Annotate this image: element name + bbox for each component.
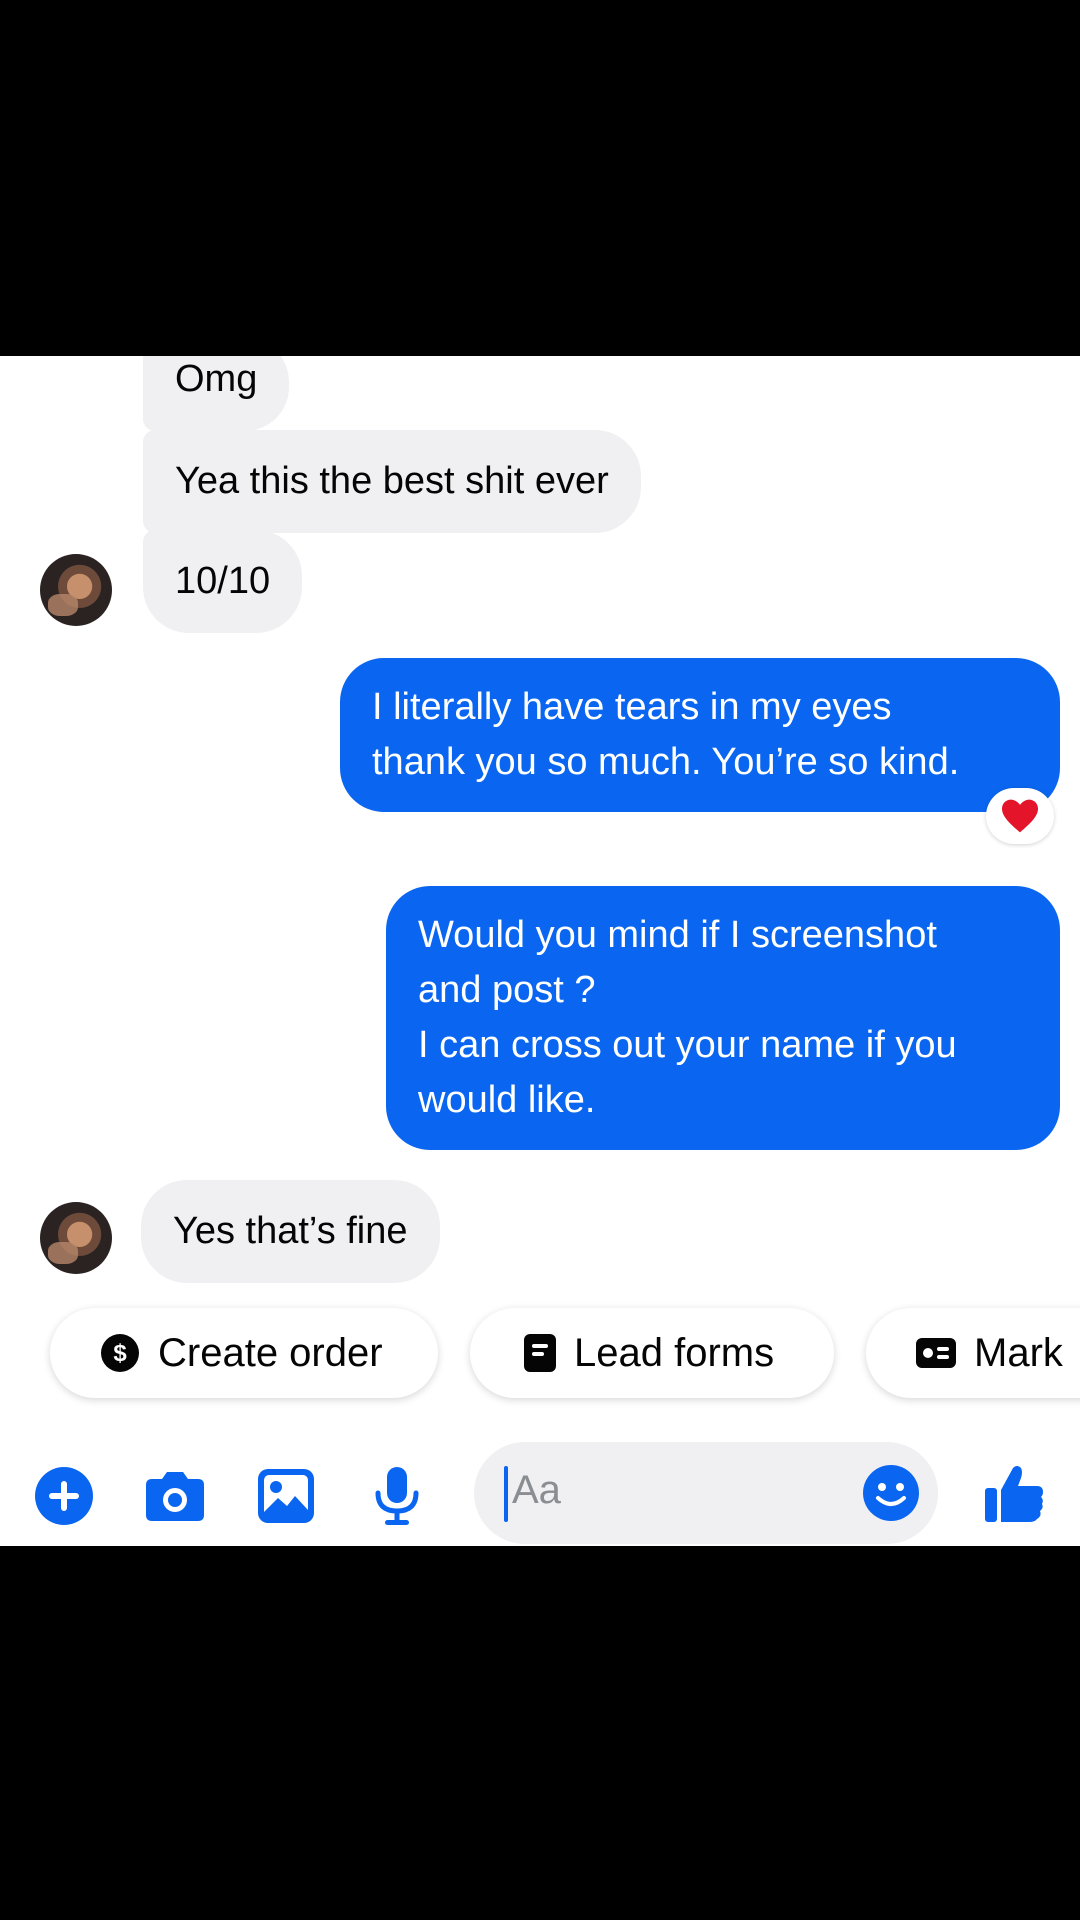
emoji-icon[interactable] <box>862 1464 920 1527</box>
message-text: Yes that’s fine <box>173 1210 408 1252</box>
camera-icon[interactable] <box>143 1464 207 1528</box>
incoming-message[interactable]: Omg <box>143 356 290 431</box>
plus-icon[interactable] <box>32 1464 96 1528</box>
message-text-line: Would you mind if I screenshot <box>418 914 937 956</box>
image-icon[interactable] <box>254 1464 318 1528</box>
heart-icon <box>1002 799 1038 833</box>
incoming-message[interactable]: 10/10 <box>143 530 303 633</box>
svg-text:$: $ <box>113 1340 127 1367</box>
message-text-line: I literally have tears in my eyes <box>372 686 892 728</box>
message-text-line: would like. <box>418 1079 596 1121</box>
microphone-icon[interactable] <box>365 1464 429 1528</box>
form-icon <box>524 1334 556 1372</box>
incoming-message[interactable]: Yes that’s fine <box>141 1180 440 1283</box>
dollar-circle-icon: $ <box>100 1333 140 1373</box>
message-input-placeholder: Aa <box>512 1468 561 1512</box>
message-text: 10/10 <box>175 560 271 602</box>
message-text-line: I can cross out your name if you <box>418 1024 957 1066</box>
contact-avatar[interactable] <box>40 1202 112 1274</box>
create-order-chip[interactable]: $ Create order <box>50 1308 438 1398</box>
message-text: Yea this the best shit ever <box>175 460 609 502</box>
mark-chip[interactable]: Mark <box>866 1308 1080 1398</box>
text-caret <box>504 1466 508 1522</box>
chip-label: Lead forms <box>574 1330 775 1375</box>
chat-screen: Omg Yea this the best shit ever 10/10 I … <box>0 356 1080 1546</box>
card-icon <box>916 1338 956 1368</box>
thumbs-up-icon[interactable] <box>980 1460 1048 1528</box>
lead-forms-chip[interactable]: Lead forms <box>470 1308 834 1398</box>
message-text: Omg <box>175 358 258 400</box>
outgoing-message[interactable]: Would you mind if I screenshot and post … <box>386 886 1060 1150</box>
message-input[interactable]: Aa <box>474 1442 938 1544</box>
heart-reaction[interactable] <box>986 788 1054 844</box>
message-text-line: thank you so much. You’re so kind. <box>372 741 960 783</box>
contact-avatar[interactable] <box>40 554 112 626</box>
message-text-line: and post ? <box>418 969 596 1011</box>
chip-label: Mark <box>974 1330 1063 1375</box>
incoming-message[interactable]: Yea this the best shit ever <box>143 430 641 533</box>
chip-label: Create order <box>158 1330 383 1375</box>
outgoing-message[interactable]: I literally have tears in my eyes thank … <box>340 658 1060 812</box>
